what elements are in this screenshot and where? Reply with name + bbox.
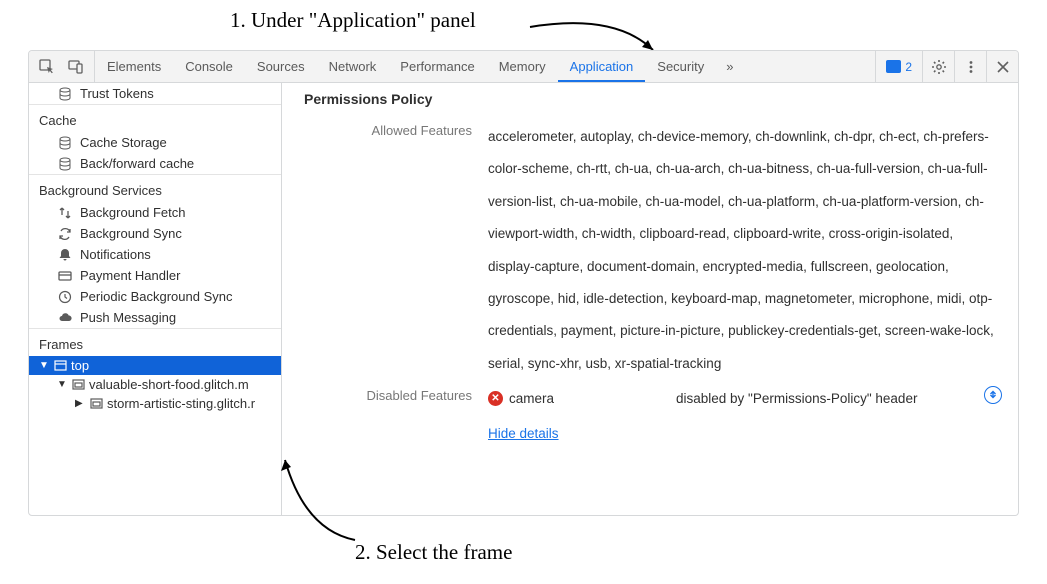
allowed-features-row: Allowed Features accelerometer, autoplay… bbox=[298, 121, 1002, 380]
disabled-features-value: ✕ camera disabled by "Permissions-Policy… bbox=[488, 386, 1002, 450]
frame-top-label: top bbox=[71, 358, 89, 373]
hide-details-link[interactable]: Hide details bbox=[488, 426, 559, 441]
main-content: Permissions Policy Allowed Features acce… bbox=[282, 83, 1018, 515]
cloud-icon bbox=[57, 310, 72, 325]
tab-network[interactable]: Network bbox=[317, 51, 389, 82]
details-toggle-icon[interactable] bbox=[984, 386, 1002, 404]
sidebar-item-bg-fetch[interactable]: Background Fetch bbox=[29, 202, 281, 223]
frame-top[interactable]: ▼ top bbox=[29, 356, 281, 375]
trust-tokens-label: Trust Tokens bbox=[80, 86, 154, 101]
sidebar-item-push[interactable]: Push Messaging bbox=[29, 307, 281, 328]
frame-child-1[interactable]: ▼ valuable-short-food.glitch.m bbox=[29, 375, 281, 394]
allowed-features-label: Allowed Features bbox=[298, 121, 488, 380]
frame-child-1-label: valuable-short-food.glitch.m bbox=[89, 377, 249, 392]
card-icon bbox=[57, 268, 72, 283]
iframe-icon bbox=[71, 378, 85, 392]
window-icon bbox=[53, 359, 67, 373]
issues-count[interactable]: 2 bbox=[875, 51, 922, 82]
issues-number: 2 bbox=[905, 60, 912, 74]
tab-sources[interactable]: Sources bbox=[245, 51, 317, 82]
notifications-label: Notifications bbox=[80, 247, 151, 262]
settings-icon[interactable] bbox=[922, 51, 954, 82]
tab-memory[interactable]: Memory bbox=[487, 51, 558, 82]
sync-icon bbox=[57, 226, 72, 241]
disabled-features-label: Disabled Features bbox=[298, 386, 488, 450]
annotation-step-2: 2. Select the frame bbox=[355, 540, 512, 565]
annotation-step-1: 1. Under "Application" panel bbox=[230, 8, 476, 33]
application-sidebar: Trust Tokens Cache Cache Storage Back/fo… bbox=[29, 83, 282, 515]
sidebar-group-frames: Frames bbox=[29, 328, 281, 356]
disclosure-triangle-icon: ▼ bbox=[57, 379, 67, 390]
sidebar-item-cache-storage[interactable]: Cache Storage bbox=[29, 132, 281, 153]
disclosure-triangle-icon: ▶ bbox=[75, 398, 85, 409]
tab-performance[interactable]: Performance bbox=[388, 51, 486, 82]
sidebar-group-cache: Cache bbox=[29, 104, 281, 132]
disabled-features-row: Disabled Features ✕ camera disabled by "… bbox=[298, 386, 1002, 450]
periodic-label: Periodic Background Sync bbox=[80, 289, 232, 304]
tab-security[interactable]: Security bbox=[645, 51, 716, 82]
tab-console[interactable]: Console bbox=[173, 51, 245, 82]
tab-elements[interactable]: Elements bbox=[95, 51, 173, 82]
toolbar-left bbox=[29, 51, 95, 82]
device-toggle-icon[interactable] bbox=[64, 55, 88, 79]
sidebar-item-bg-sync[interactable]: Background Sync bbox=[29, 223, 281, 244]
sidebar-item-trust-tokens[interactable]: Trust Tokens bbox=[29, 83, 281, 104]
allowed-features-value: accelerometer, autoplay, ch-device-memor… bbox=[488, 121, 1002, 380]
sidebar-item-bf-cache[interactable]: Back/forward cache bbox=[29, 153, 281, 174]
sidebar-group-bg: Background Services bbox=[29, 174, 281, 202]
panel-tabs: Elements Console Sources Network Perform… bbox=[95, 51, 743, 82]
sidebar-item-payment[interactable]: Payment Handler bbox=[29, 265, 281, 286]
transfer-icon bbox=[57, 205, 72, 220]
tabs-overflow[interactable]: » bbox=[716, 59, 743, 74]
inspect-icon[interactable] bbox=[35, 55, 59, 79]
bell-icon bbox=[57, 247, 72, 262]
database-icon bbox=[57, 86, 72, 101]
bg-fetch-label: Background Fetch bbox=[80, 205, 186, 220]
frame-child-2[interactable]: ▶ storm-artistic-sting.glitch.r bbox=[29, 394, 281, 413]
bg-sync-label: Background Sync bbox=[80, 226, 182, 241]
issues-icon bbox=[886, 60, 901, 73]
clock-icon bbox=[57, 289, 72, 304]
sidebar-item-notifications[interactable]: Notifications bbox=[29, 244, 281, 265]
tab-bar: Elements Console Sources Network Perform… bbox=[29, 51, 1018, 83]
iframe-icon bbox=[89, 397, 103, 411]
panel-body: Trust Tokens Cache Cache Storage Back/fo… bbox=[29, 83, 1018, 515]
payment-label: Payment Handler bbox=[80, 268, 180, 283]
error-icon: ✕ bbox=[488, 391, 503, 406]
bf-cache-label: Back/forward cache bbox=[80, 156, 194, 171]
disclosure-triangle-icon: ▼ bbox=[39, 360, 49, 371]
tab-application[interactable]: Application bbox=[558, 51, 646, 82]
kebab-icon[interactable] bbox=[954, 51, 986, 82]
push-label: Push Messaging bbox=[80, 310, 176, 325]
disabled-feature-name: camera bbox=[509, 386, 554, 412]
cache-storage-label: Cache Storage bbox=[80, 135, 167, 150]
section-title: Permissions Policy bbox=[298, 91, 1002, 107]
toolbar-right: 2 bbox=[875, 51, 1018, 82]
disabled-feature-camera: ✕ camera bbox=[488, 386, 668, 412]
database-icon bbox=[57, 135, 72, 150]
sidebar-item-periodic-sync[interactable]: Periodic Background Sync bbox=[29, 286, 281, 307]
database-icon bbox=[57, 156, 72, 171]
devtools-window: Elements Console Sources Network Perform… bbox=[28, 50, 1019, 516]
close-icon[interactable] bbox=[986, 51, 1018, 82]
frame-child-2-label: storm-artistic-sting.glitch.r bbox=[107, 396, 255, 411]
disabled-reason: disabled by "Permissions-Policy" header bbox=[676, 386, 926, 412]
